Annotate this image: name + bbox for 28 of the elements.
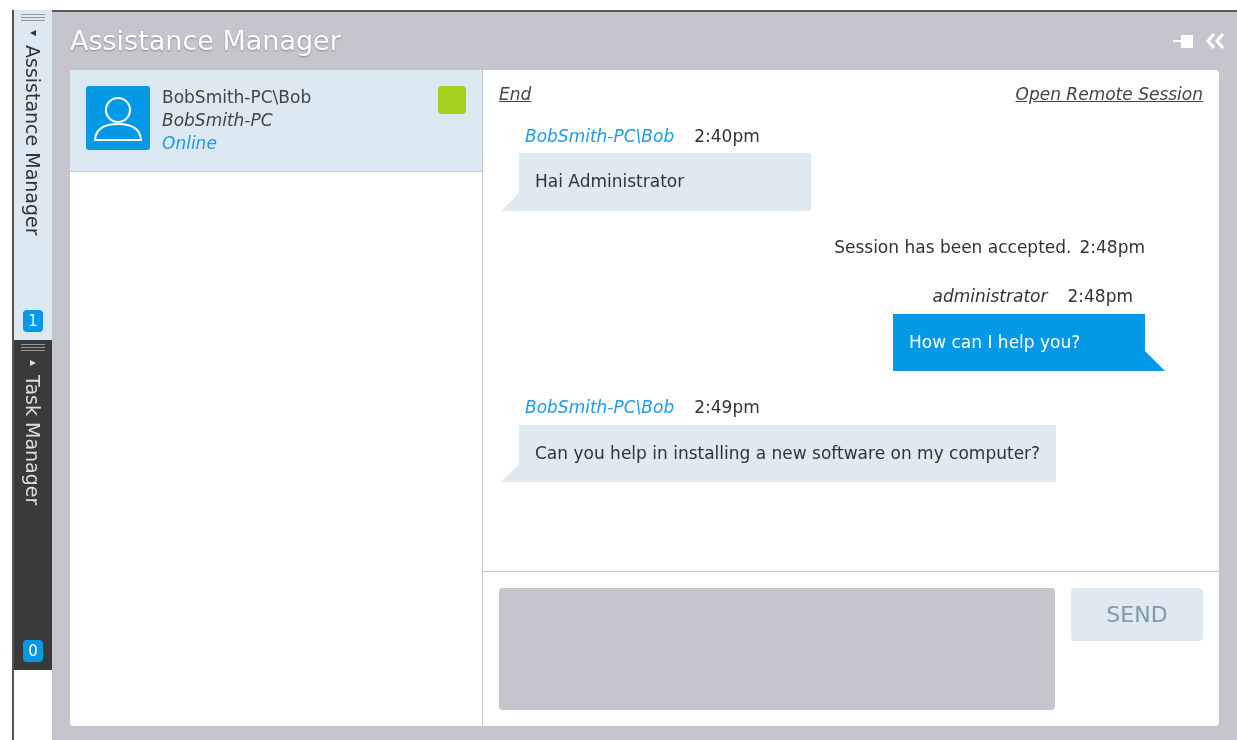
side-tab[interactable]: Assistance Manager 1 xyxy=(14,10,52,340)
side-tab-label: Assistance Manager xyxy=(21,45,46,236)
contact-name: BobSmith-PC\Bob xyxy=(162,86,313,109)
caret-icon xyxy=(29,359,37,367)
sender-name: BobSmith-PC\Bob xyxy=(525,124,675,148)
message-input[interactable] xyxy=(499,588,1055,710)
window-title: Assistance Manager xyxy=(70,23,341,58)
contact-status: Online xyxy=(162,132,218,155)
message-time: 2:48pm xyxy=(1067,285,1133,308)
count-badge: 0 xyxy=(23,640,43,662)
system-message: Session has been accepted. xyxy=(834,235,1072,259)
grip-icon[interactable] xyxy=(21,344,45,351)
message-time: 2:48pm xyxy=(1079,235,1145,259)
side-tab-label: Task Manager xyxy=(21,375,46,506)
grip-icon[interactable] xyxy=(21,14,45,21)
side-tab[interactable]: Task Manager 0 xyxy=(14,340,52,670)
avatar-icon xyxy=(86,86,150,150)
sender-name: administrator xyxy=(932,285,1048,308)
contact-item[interactable]: BobSmith-PC\Bob BobSmith-PC Online xyxy=(70,70,482,172)
computer-name: BobSmith-PC xyxy=(162,109,274,132)
message-time: 2:40pm xyxy=(694,124,760,148)
caret-icon xyxy=(29,29,37,37)
link[interactable]: End xyxy=(499,82,532,108)
sender-name: BobSmith-PC\Bob xyxy=(525,396,675,419)
message-time: 2:49pm xyxy=(694,396,760,419)
link[interactable]: Open Remote Session xyxy=(1015,82,1203,108)
collapse-icon[interactable] xyxy=(1205,32,1227,50)
count-badge: 1 xyxy=(23,310,43,332)
